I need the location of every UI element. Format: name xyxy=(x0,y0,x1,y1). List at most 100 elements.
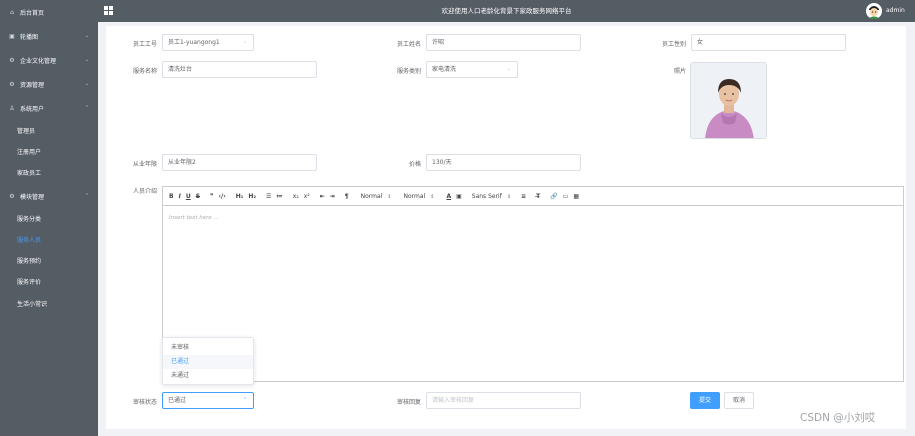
underline-button[interactable]: U xyxy=(186,193,191,200)
header2-button[interactable]: H₂ xyxy=(248,193,256,200)
employee-name-input[interactable]: 许昭 xyxy=(426,34,581,51)
chevron-down-icon: ⌄ xyxy=(84,57,89,63)
intro-editor[interactable]: Insert text here ... xyxy=(162,206,904,382)
sidebar-item-label: 注册用户 xyxy=(17,148,42,156)
audit-reply-input[interactable]: 请输入审核回复 xyxy=(426,392,581,409)
gear-icon: ⚙ xyxy=(9,80,15,88)
sidebar-item-label: 后台首页 xyxy=(20,9,45,17)
sidebar-item-service-booking[interactable]: 服务预约 xyxy=(0,250,98,270)
bullet-list-button[interactable]: ≔ xyxy=(276,193,282,200)
editor-toolbar: B I U S ❞ ‹/› H₁ H₂ ☰ ≔ x₂ x² ⇤ ⇥ ¶ Norm… xyxy=(162,186,904,206)
topbar: 欢迎使用人口老龄化背景下家政服务网络平台 admin xyxy=(98,0,915,22)
header-select[interactable]: Normal ⇕ xyxy=(404,193,435,200)
page-title: 欢迎使用人口老龄化背景下家政服务网络平台 xyxy=(441,7,572,15)
employee-gender-input[interactable]: 女 xyxy=(691,34,846,51)
updown-caret-icon: ⇕ xyxy=(430,193,435,200)
sidebar-item-service-category[interactable]: 服务分类 xyxy=(0,208,98,228)
image-icon: ▣ xyxy=(9,32,15,40)
header-select-value: Normal xyxy=(403,192,426,200)
service-name-input[interactable]: 清洗灶台 xyxy=(162,61,317,78)
chevron-down-icon: ⌄ xyxy=(84,33,89,39)
audit-status-dropdown: 未审核 已通过 未通过 xyxy=(162,337,254,385)
sidebar-item-label: 管理员 xyxy=(17,127,36,135)
dropdown-option-pending[interactable]: 未审核 xyxy=(163,341,253,355)
background-color-button[interactable]: ▣ xyxy=(456,193,462,200)
intro-label: 人员介绍 xyxy=(132,188,157,195)
italic-button[interactable]: I xyxy=(179,193,181,200)
sidebar-item-label: 资源管理 xyxy=(20,81,45,89)
editor-placeholder: Insert text here ... xyxy=(169,215,219,221)
price-input[interactable]: 130/天 xyxy=(426,154,581,171)
sidebar-item-service-review[interactable]: 服务评价 xyxy=(0,271,98,291)
sidebar-item-service-staff[interactable]: 服务人员 xyxy=(0,229,98,249)
header1-button[interactable]: H₁ xyxy=(236,193,244,200)
sidebar-item-carousel[interactable]: ▣ 轮播图 ⌄ xyxy=(0,26,98,46)
font-color-button[interactable]: A xyxy=(446,193,451,200)
ordered-list-button[interactable]: ☰ xyxy=(266,193,271,200)
indent-right-button[interactable]: ⇥ xyxy=(330,193,335,200)
sidebar-item-modules[interactable]: ⚙ 模块管理 ⌃ xyxy=(0,186,98,206)
code-block-button[interactable]: ‹/› xyxy=(219,193,226,200)
gear-icon: ⚙ xyxy=(9,192,15,200)
sidebar-item-label: 企业文化管理 xyxy=(20,57,57,65)
staff-photo[interactable] xyxy=(690,62,767,139)
superscript-button[interactable]: x² xyxy=(304,193,310,200)
blockquote-button[interactable]: ❞ xyxy=(210,193,214,200)
employee-name-value: 许昭 xyxy=(432,39,445,46)
sidebar-item-home[interactable]: ⌂ 后台首页 xyxy=(0,2,98,22)
sidebar-item-culture[interactable]: ⚙ 企业文化管理 ⌄ xyxy=(0,50,98,70)
sidebar-item-label: 服务评价 xyxy=(17,278,42,286)
audit-status-label: 审核状态 xyxy=(132,399,157,406)
employee-no-select[interactable]: 员工1-yuangong1 ⌄ xyxy=(162,34,254,51)
service-type-value: 家电清洗 xyxy=(432,66,457,73)
text-direction-button[interactable]: ¶ xyxy=(345,193,349,200)
dropdown-option-approved[interactable]: 已通过 xyxy=(163,355,253,369)
employee-gender-value: 女 xyxy=(697,39,704,46)
experience-input[interactable]: 从业年限2 xyxy=(162,154,317,171)
submit-button[interactable]: 提交 xyxy=(690,392,720,409)
employee-name-label: 员工姓名 xyxy=(396,41,421,48)
bold-button[interactable]: B xyxy=(169,193,174,200)
sidebar-item-life-tips[interactable]: 生活小常识 xyxy=(0,293,98,313)
align-select[interactable]: ≡ xyxy=(521,193,526,200)
chevron-down-icon: ⌄ xyxy=(84,81,89,87)
cancel-button[interactable]: 取消 xyxy=(724,392,754,409)
sidebar-item-label: 家政员工 xyxy=(17,169,42,177)
employee-no-label: 员工工号 xyxy=(132,41,157,48)
sidebar-item-label: 轮播图 xyxy=(20,33,39,41)
sidebar-item-resources[interactable]: ⚙ 资源管理 ⌄ xyxy=(0,74,98,94)
size-select[interactable]: Normal ⇕ xyxy=(361,193,392,200)
gear-icon: ⚙ xyxy=(9,56,15,64)
subscript-button[interactable]: x₂ xyxy=(293,193,299,200)
sidebar-item-label: 生活小常识 xyxy=(17,300,48,308)
video-button[interactable]: ▦ xyxy=(573,193,579,200)
sidebar-item-label: 服务分类 xyxy=(17,215,42,223)
strike-button[interactable]: S xyxy=(196,193,200,200)
chevron-up-icon: ⌃ xyxy=(84,193,89,199)
sidebar-item-system-users[interactable]: ♙ 系统用户 ⌃ xyxy=(0,98,98,118)
font-select[interactable]: Sans Serif ⇕ xyxy=(472,193,511,200)
link-button[interactable]: 🔗 xyxy=(550,193,557,200)
service-type-label: 服务类别 xyxy=(396,68,421,75)
sidebar: ⌂ 后台首页 ▣ 轮播图 ⌄ ⚙ 企业文化管理 ⌄ ⚙ 资源管理 ⌄ ♙ 系统用… xyxy=(0,0,98,436)
sidebar-item-registered-users[interactable]: 注册用户 xyxy=(0,141,98,161)
sidebar-item-label: 服务人员 xyxy=(17,236,42,244)
font-select-value: Sans Serif xyxy=(471,192,502,200)
audit-status-select[interactable]: 已通过 ⌃ xyxy=(162,392,254,409)
avatar[interactable] xyxy=(866,3,882,19)
chevron-up-icon: ⌃ xyxy=(84,105,89,111)
employee-gender-label: 员工性别 xyxy=(661,41,686,48)
sidebar-item-label: 服务预约 xyxy=(17,257,42,265)
employee-no-value: 员工1-yuangong1 xyxy=(168,39,220,46)
service-type-select[interactable]: 家电清洗 ⌄ xyxy=(426,61,518,78)
sidebar-item-admins[interactable]: 管理员 xyxy=(0,120,98,140)
dropdown-option-rejected[interactable]: 未通过 xyxy=(163,369,253,383)
photo-label: 照片 xyxy=(673,68,686,75)
chevron-down-icon: ⌄ xyxy=(242,39,247,45)
indent-left-button[interactable]: ⇤ xyxy=(320,193,325,200)
admin-username[interactable]: admin xyxy=(886,0,905,22)
sidebar-item-housekeeping-staff[interactable]: 家政员工 xyxy=(0,162,98,182)
sidebar-item-label: 系统用户 xyxy=(20,105,45,113)
clean-format-button[interactable]: T̶ xyxy=(536,193,540,200)
image-button[interactable]: ▭ xyxy=(563,193,569,200)
